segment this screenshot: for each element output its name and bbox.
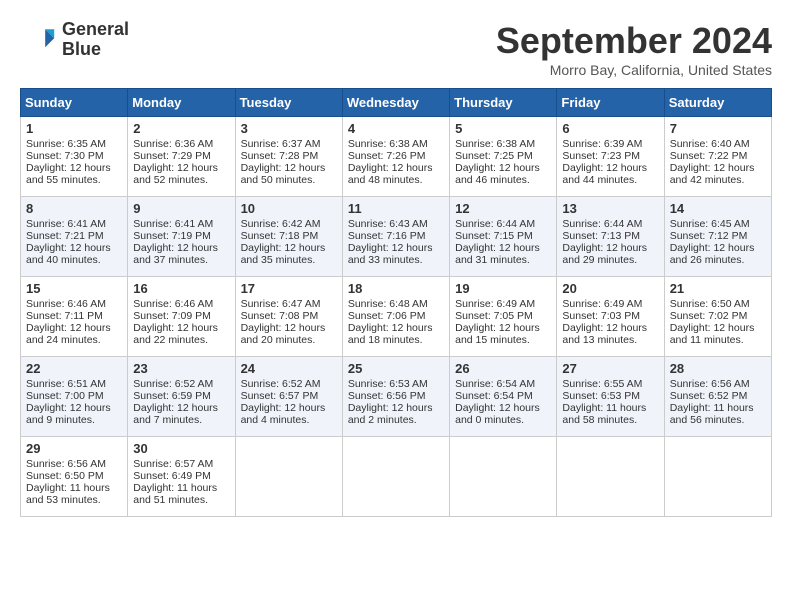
calendar-week-4: 29Sunrise: 6:56 AMSunset: 6:50 PMDayligh…	[21, 437, 772, 517]
logo: General Blue	[20, 20, 129, 60]
col-wednesday: Wednesday	[342, 89, 449, 117]
col-monday: Monday	[128, 89, 235, 117]
calendar-cell: 3Sunrise: 6:37 AMSunset: 7:28 PMDaylight…	[235, 117, 342, 197]
calendar-week-3: 22Sunrise: 6:51 AMSunset: 7:00 PMDayligh…	[21, 357, 772, 437]
calendar-cell: 8Sunrise: 6:41 AMSunset: 7:21 PMDaylight…	[21, 197, 128, 277]
calendar-cell: 26Sunrise: 6:54 AMSunset: 6:54 PMDayligh…	[450, 357, 557, 437]
calendar-cell: 10Sunrise: 6:42 AMSunset: 7:18 PMDayligh…	[235, 197, 342, 277]
calendar-cell: 1Sunrise: 6:35 AMSunset: 7:30 PMDaylight…	[21, 117, 128, 197]
logo-text: General Blue	[62, 20, 129, 60]
calendar-cell: 2Sunrise: 6:36 AMSunset: 7:29 PMDaylight…	[128, 117, 235, 197]
calendar-cell: 7Sunrise: 6:40 AMSunset: 7:22 PMDaylight…	[664, 117, 771, 197]
header-row: Sunday Monday Tuesday Wednesday Thursday…	[21, 89, 772, 117]
calendar-cell: 17Sunrise: 6:47 AMSunset: 7:08 PMDayligh…	[235, 277, 342, 357]
calendar-cell: 6Sunrise: 6:39 AMSunset: 7:23 PMDaylight…	[557, 117, 664, 197]
calendar-cell: 22Sunrise: 6:51 AMSunset: 7:00 PMDayligh…	[21, 357, 128, 437]
calendar-cell: 29Sunrise: 6:56 AMSunset: 6:50 PMDayligh…	[21, 437, 128, 517]
calendar-cell: 25Sunrise: 6:53 AMSunset: 6:56 PMDayligh…	[342, 357, 449, 437]
calendar-cell: 5Sunrise: 6:38 AMSunset: 7:25 PMDaylight…	[450, 117, 557, 197]
col-sunday: Sunday	[21, 89, 128, 117]
calendar-cell	[557, 437, 664, 517]
calendar-week-1: 8Sunrise: 6:41 AMSunset: 7:21 PMDaylight…	[21, 197, 772, 277]
month-title: September 2024	[496, 20, 772, 62]
logo-icon	[20, 22, 56, 58]
calendar-cell: 27Sunrise: 6:55 AMSunset: 6:53 PMDayligh…	[557, 357, 664, 437]
calendar-table: Sunday Monday Tuesday Wednesday Thursday…	[20, 88, 772, 517]
calendar-cell: 18Sunrise: 6:48 AMSunset: 7:06 PMDayligh…	[342, 277, 449, 357]
calendar-cell: 28Sunrise: 6:56 AMSunset: 6:52 PMDayligh…	[664, 357, 771, 437]
calendar-cell	[450, 437, 557, 517]
calendar-cell: 11Sunrise: 6:43 AMSunset: 7:16 PMDayligh…	[342, 197, 449, 277]
calendar-cell: 20Sunrise: 6:49 AMSunset: 7:03 PMDayligh…	[557, 277, 664, 357]
calendar-cell: 14Sunrise: 6:45 AMSunset: 7:12 PMDayligh…	[664, 197, 771, 277]
page-header: General Blue September 2024 Morro Bay, C…	[20, 20, 772, 78]
calendar-cell: 15Sunrise: 6:46 AMSunset: 7:11 PMDayligh…	[21, 277, 128, 357]
col-thursday: Thursday	[450, 89, 557, 117]
calendar-cell	[235, 437, 342, 517]
calendar-cell: 24Sunrise: 6:52 AMSunset: 6:57 PMDayligh…	[235, 357, 342, 437]
calendar-cell: 30Sunrise: 6:57 AMSunset: 6:49 PMDayligh…	[128, 437, 235, 517]
calendar-cell: 12Sunrise: 6:44 AMSunset: 7:15 PMDayligh…	[450, 197, 557, 277]
calendar-week-2: 15Sunrise: 6:46 AMSunset: 7:11 PMDayligh…	[21, 277, 772, 357]
calendar-cell: 23Sunrise: 6:52 AMSunset: 6:59 PMDayligh…	[128, 357, 235, 437]
location: Morro Bay, California, United States	[496, 62, 772, 78]
calendar-week-0: 1Sunrise: 6:35 AMSunset: 7:30 PMDaylight…	[21, 117, 772, 197]
col-friday: Friday	[557, 89, 664, 117]
calendar-cell: 16Sunrise: 6:46 AMSunset: 7:09 PMDayligh…	[128, 277, 235, 357]
calendar-cell: 4Sunrise: 6:38 AMSunset: 7:26 PMDaylight…	[342, 117, 449, 197]
calendar-cell: 19Sunrise: 6:49 AMSunset: 7:05 PMDayligh…	[450, 277, 557, 357]
calendar-cell	[342, 437, 449, 517]
title-block: September 2024 Morro Bay, California, Un…	[496, 20, 772, 78]
col-saturday: Saturday	[664, 89, 771, 117]
calendar-cell: 13Sunrise: 6:44 AMSunset: 7:13 PMDayligh…	[557, 197, 664, 277]
calendar-cell: 21Sunrise: 6:50 AMSunset: 7:02 PMDayligh…	[664, 277, 771, 357]
calendar-cell	[664, 437, 771, 517]
col-tuesday: Tuesday	[235, 89, 342, 117]
calendar-cell: 9Sunrise: 6:41 AMSunset: 7:19 PMDaylight…	[128, 197, 235, 277]
